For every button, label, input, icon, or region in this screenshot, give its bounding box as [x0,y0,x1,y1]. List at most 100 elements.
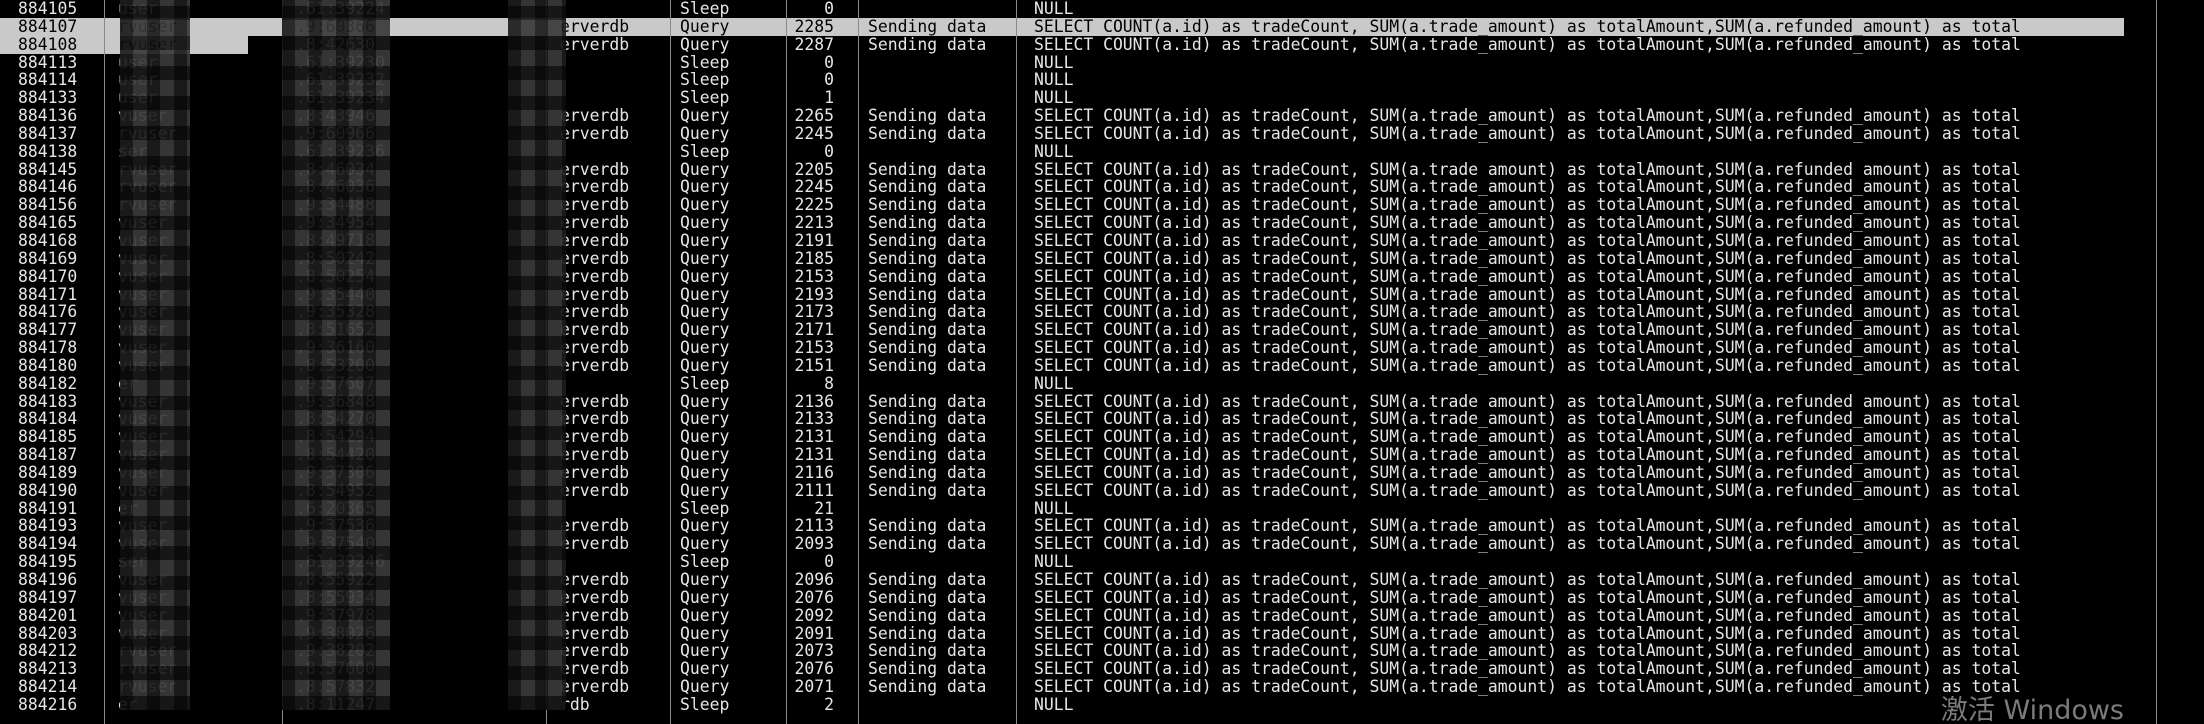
info-cell: SELECT COUNT(a.id) as tradeCount, SUM(a.… [1034,446,2021,464]
db-cell: erverdb [560,410,630,429]
info-cell: SELECT COUNT(a.id) as tradeCount, SUM(a.… [1034,267,2021,286]
process-id-cell: 884184 [18,410,78,429]
time-cell: 2153 [794,267,834,286]
time-cell: 2213 [794,214,834,232]
command-cell: Query [680,249,730,268]
process-id-cell: 884203 [18,624,78,643]
info-cell: NULL [1034,374,1074,393]
state-cell: Sending data [868,124,987,143]
info-cell: SELECT COUNT(a.id) as tradeCount, SUM(a.… [1034,392,2021,411]
info-cell: SELECT COUNT(a.id) as tradeCount, SUM(a.… [1034,678,2021,696]
process-id-cell: 884214 [18,678,78,696]
info-cell: SELECT COUNT(a.id) as tradeCount, SUM(a.… [1034,660,2021,679]
process-id-cell: 884216 [18,695,78,714]
info-cell: NULL [1034,499,1074,518]
time-cell: 1 [824,89,834,108]
column-divider [2156,0,2157,724]
state-cell: Sending data [868,35,987,54]
db-cell: erverdb [560,285,630,304]
command-cell: Sleep [680,695,730,714]
info-cell: NULL [1034,71,1074,90]
command-cell: Query [680,392,730,411]
process-id-cell: 884185 [18,428,78,447]
state-cell: Sending data [868,463,987,482]
db-cell: erverdb [560,17,630,36]
command-cell: Query [680,356,730,375]
process-id-cell: 884187 [18,446,78,464]
state-cell: Sending data [868,339,987,357]
info-cell: SELECT COUNT(a.id) as tradeCount, SUM(a.… [1034,178,2021,197]
db-cell: erverdb [560,624,630,643]
command-cell: Sleep [680,142,730,161]
state-cell: Sending data [868,178,987,197]
process-id-cell: 884107 [18,17,78,36]
db-cell: erverdb [560,660,630,679]
process-id-cell: 884146 [18,178,78,197]
time-cell: 21 [814,499,834,518]
command-cell: Query [680,463,730,482]
info-cell: SELECT COUNT(a.id) as tradeCount, SUM(a.… [1034,321,2021,340]
command-cell: Query [680,535,730,554]
process-id-cell: 884137 [18,124,78,143]
info-cell: SELECT COUNT(a.id) as tradeCount, SUM(a.… [1034,642,2021,661]
info-cell: SELECT COUNT(a.id) as tradeCount, SUM(a.… [1034,463,2021,482]
state-cell: Sending data [868,231,987,250]
command-cell: Sleep [680,89,730,108]
state-cell: Sending data [868,285,987,304]
time-cell: 2111 [794,481,834,500]
info-cell: SELECT COUNT(a.id) as tradeCount, SUM(a.… [1034,588,2021,607]
db-cell: erverdb [560,196,630,215]
info-cell: NULL [1034,53,1074,72]
db-cell: erverdb [560,535,630,554]
state-cell: Sending data [868,428,987,447]
state-cell: Sending data [868,196,987,215]
time-cell: 2131 [794,446,834,464]
command-cell: Query [680,267,730,286]
state-cell: Sending data [868,267,987,286]
time-cell: 2091 [794,624,834,643]
time-cell: 2131 [794,428,834,447]
db-cell: erverdb [560,642,630,661]
info-cell: SELECT COUNT(a.id) as tradeCount, SUM(a.… [1034,196,2021,215]
info-cell: SELECT COUNT(a.id) as tradeCount, SUM(a.… [1034,428,2021,447]
process-id-cell: 884176 [18,303,78,322]
state-cell: Sending data [868,678,987,696]
db-cell: erverdb [560,249,630,268]
time-cell: 2245 [794,124,834,143]
info-cell: SELECT COUNT(a.id) as tradeCount, SUM(a.… [1034,231,2021,250]
terminal-window[interactable]: 884105user.61:39224Sleep0NULL884107rvuse… [0,0,2204,724]
time-cell: 2092 [794,606,834,625]
time-cell: 2173 [794,303,834,322]
process-id-cell: 884195 [18,553,78,571]
db-cell: erverdb [560,678,630,696]
db-cell: erverdb [560,446,630,464]
info-cell: SELECT COUNT(a.id) as tradeCount, SUM(a.… [1034,107,2021,125]
process-id-cell: 884171 [18,285,78,304]
redacted-user-region [120,0,190,710]
time-cell: 0 [824,0,834,18]
process-id-cell: 884178 [18,339,78,357]
process-id-cell: 884165 [18,214,78,232]
db-cell: erverdb [560,303,630,322]
command-cell: Query [680,285,730,304]
column-divider [670,0,671,724]
info-cell: SELECT COUNT(a.id) as tradeCount, SUM(a.… [1034,356,2021,375]
state-cell: Sending data [868,303,987,322]
state-cell: Sending data [868,624,987,643]
redacted-host-region [282,0,390,710]
info-cell: NULL [1034,0,1074,18]
command-cell: Query [680,481,730,500]
process-id-cell: 884156 [18,196,78,215]
process-id-cell: 884194 [18,535,78,554]
time-cell: 2133 [794,410,834,429]
state-cell: Sending data [868,642,987,661]
process-id-cell: 884191 [18,499,78,518]
info-cell: SELECT COUNT(a.id) as tradeCount, SUM(a.… [1034,410,2021,429]
command-cell: Query [680,642,730,661]
command-cell: Query [680,214,730,232]
info-cell: SELECT COUNT(a.id) as tradeCount, SUM(a.… [1034,624,2021,643]
process-id-cell: 884105 [18,0,78,18]
time-cell: 2113 [794,517,834,536]
time-cell: 2185 [794,249,834,268]
db-cell: erverdb [560,571,630,589]
